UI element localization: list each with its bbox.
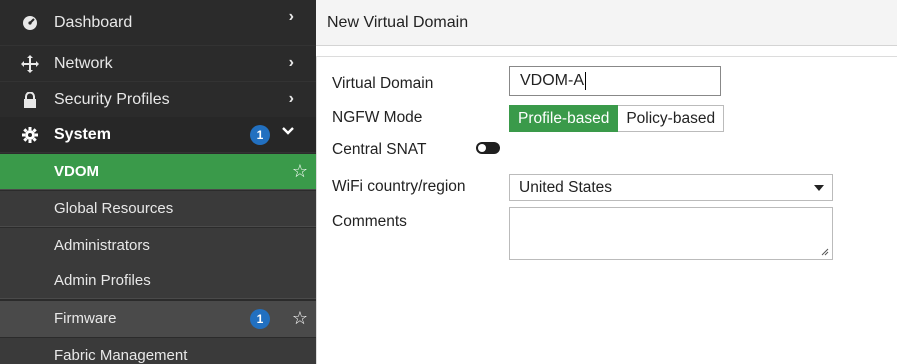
sidebar-item-dashboard[interactable]: Dashboard › [0, 0, 316, 46]
sidebar-item-global-resources[interactable]: Global Resources [0, 191, 316, 227]
chevron-right-icon: › [288, 8, 294, 25]
text-cursor [585, 72, 586, 90]
virtual-domain-value: VDOM-A [520, 72, 584, 89]
sidebar-item-firmware[interactable]: Firmware 1 ☆ [0, 301, 316, 337]
central-snat-label: Central SNAT [332, 141, 427, 158]
sidebar-item-label: Admin Profiles [54, 272, 151, 289]
gear-icon [20, 126, 40, 143]
ngfw-mode-label: NGFW Mode [332, 109, 423, 126]
comments-label: Comments [332, 213, 407, 230]
page-title: New Virtual Domain [316, 0, 897, 46]
chevron-down-icon [282, 124, 294, 142]
sidebar-item-label: Security Profiles [54, 90, 170, 108]
notification-badge: 1 [250, 309, 270, 329]
sidebar-item-label: Firmware [54, 310, 117, 327]
star-icon[interactable]: ☆ [292, 308, 308, 329]
virtual-domain-input[interactable]: VDOM-A [509, 66, 721, 96]
sidebar: Dashboard › Network › Security Profiles … [0, 0, 316, 364]
sidebar-item-label: Global Resources [54, 200, 174, 217]
network-arrows-icon [20, 54, 40, 73]
ngfw-mode-toggle: Profile-based Policy-based [509, 105, 725, 132]
star-icon[interactable]: ☆ [292, 161, 308, 182]
notification-badge: 1 [250, 125, 270, 145]
sidebar-item-label: Administrators [54, 237, 150, 254]
sidebar-item-system[interactable]: System 1 [0, 117, 316, 153]
comments-textarea[interactable] [509, 207, 833, 260]
dropdown-caret-icon [814, 185, 824, 191]
lock-icon [20, 91, 40, 108]
virtual-domain-label: Virtual Domain [332, 75, 434, 92]
sidebar-item-label: Network [54, 54, 113, 72]
chevron-right-icon: › [288, 90, 294, 107]
profile-based-option[interactable]: Profile-based [509, 105, 619, 132]
wifi-country-label: WiFi country/region [332, 178, 466, 195]
sidebar-item-administrators[interactable]: Administrators [0, 228, 316, 264]
wifi-country-select[interactable]: United States [509, 174, 833, 201]
sidebar-item-label: Dashboard [54, 13, 133, 31]
sidebar-item-admin-profiles[interactable]: Admin Profiles [0, 263, 316, 299]
resize-grip-icon[interactable] [821, 248, 829, 256]
sidebar-item-fabric-management[interactable]: Fabric Management [0, 338, 316, 364]
sidebar-item-network[interactable]: Network › [0, 46, 316, 82]
wifi-country-value: United States [519, 178, 613, 196]
chevron-right-icon: › [288, 54, 294, 71]
sidebar-item-label: VDOM [54, 163, 99, 180]
sidebar-item-vdom[interactable]: VDOM ☆ [0, 154, 316, 190]
sidebar-item-label: System [54, 125, 111, 143]
central-snat-switch[interactable] [476, 142, 500, 154]
policy-based-option[interactable]: Policy-based [618, 105, 725, 132]
dashboard-gauge-icon [20, 15, 40, 31]
sidebar-item-security-profiles[interactable]: Security Profiles › [0, 82, 316, 118]
sidebar-item-label: Fabric Management [54, 347, 188, 364]
